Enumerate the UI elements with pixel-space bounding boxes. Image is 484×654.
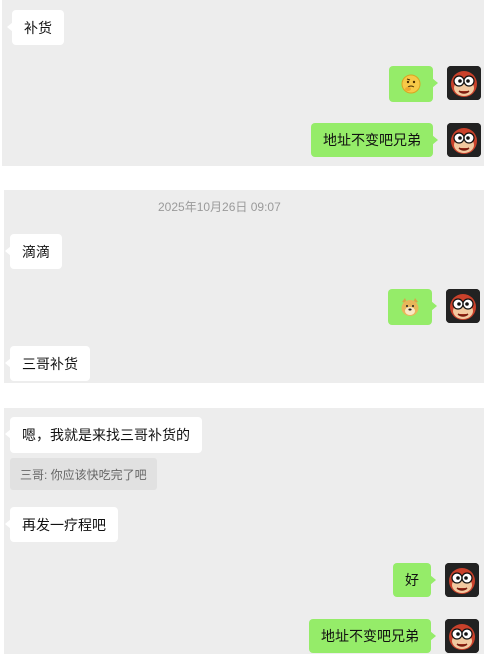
message-bubble-incoming[interactable]: 嗯，我就是来找三哥补货的 [5, 417, 202, 453]
message-text: 嗯，我就是来找三哥补货的 [22, 427, 190, 443]
message-text: 滴滴 [22, 243, 50, 260]
user-avatar-icon[interactable] [446, 289, 480, 323]
message-bubble-outgoing[interactable]: 地址不变吧兄弟 [311, 123, 438, 157]
message-bubble-outgoing[interactable]: 好 [393, 563, 436, 597]
message-bubble-incoming[interactable]: 补货 [7, 10, 64, 45]
user-avatar-icon[interactable] [445, 619, 479, 653]
message-bubble-incoming[interactable]: 再发一疗程吧 [5, 507, 118, 542]
chat-panel-3: 嗯，我就是来找三哥补货的 三哥: 你应该快吃完了吧 再发一疗程吧 好 地址不变吧… [4, 408, 484, 654]
chat-panel-1: 补货 地址不变吧兄弟 [2, 0, 484, 166]
quoted-message[interactable]: 三哥: 你应该快吃完了吧 [10, 458, 157, 490]
message-text: 再发一疗程吧 [22, 516, 106, 533]
thinking-face-emoji-icon [400, 73, 422, 95]
message-bubble-incoming[interactable]: 滴滴 [5, 234, 62, 269]
message-bubble-incoming[interactable]: 三哥补货 [5, 346, 90, 381]
quoted-message-text: 三哥: 你应该快吃完了吧 [20, 467, 147, 482]
message-text: 补货 [24, 19, 52, 36]
message-timestamp: 2025年10月26日 09:07 [158, 200, 281, 214]
user-avatar-icon[interactable] [445, 563, 479, 597]
message-bubble-outgoing-emoji[interactable] [388, 289, 437, 325]
user-avatar-icon[interactable] [447, 66, 481, 100]
chat-panel-2: 2025年10月26日 09:07 滴滴 三哥补货 [4, 190, 484, 383]
message-text: 三哥补货 [22, 355, 78, 372]
message-text: 好 [405, 572, 419, 588]
message-bubble-outgoing-emoji[interactable] [389, 66, 438, 102]
message-text: 地址不变吧兄弟 [321, 628, 419, 644]
message-bubble-outgoing[interactable]: 地址不变吧兄弟 [309, 619, 436, 653]
doge-emoji-icon [399, 296, 421, 318]
message-text: 地址不变吧兄弟 [323, 132, 421, 148]
user-avatar-icon[interactable] [447, 123, 481, 157]
